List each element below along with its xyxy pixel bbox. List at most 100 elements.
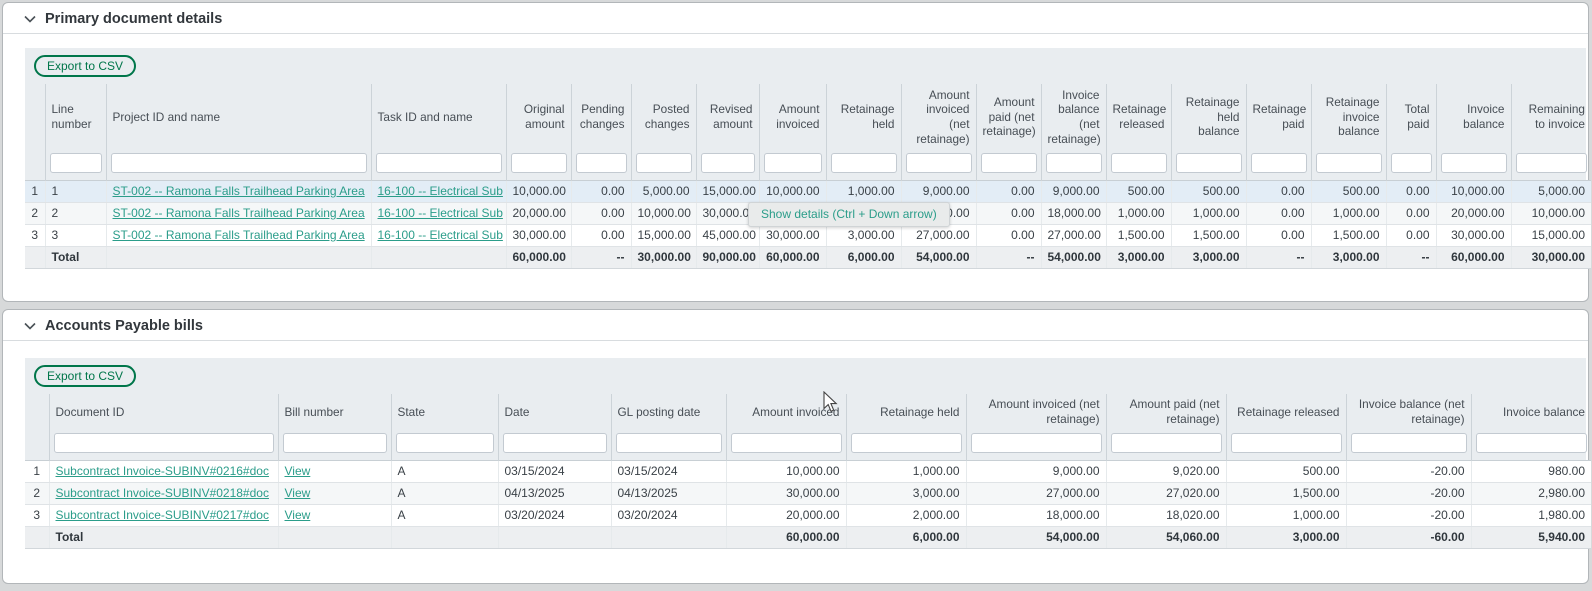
column-filter-input[interactable] bbox=[50, 153, 102, 173]
column-header[interactable]: Amount invoiced bbox=[726, 394, 846, 430]
total-cell: 54,060.00 bbox=[1106, 526, 1226, 548]
column-header[interactable]: State bbox=[391, 394, 498, 430]
task-link[interactable]: 16-100 -- Electrical Sub bbox=[378, 184, 503, 198]
filter-cell bbox=[976, 150, 1041, 180]
column-header[interactable]: Amount paid (net retainage) bbox=[976, 84, 1041, 150]
document-link[interactable]: Subcontract Invoice-SUBINV#0217#doc bbox=[56, 508, 269, 522]
column-filter-input[interactable] bbox=[1441, 153, 1507, 173]
column-header[interactable]: Bill number bbox=[278, 394, 391, 430]
table-row: 33ST-002 -- Ramona Falls Trailhead Parki… bbox=[25, 224, 1591, 246]
project-link[interactable]: ST-002 -- Ramona Falls Trailhead Parking… bbox=[113, 228, 365, 242]
cell: 980.00 bbox=[1471, 460, 1591, 482]
column-filter-input[interactable] bbox=[1046, 153, 1102, 173]
column-header[interactable]: Posted changes bbox=[631, 84, 696, 150]
column-header[interactable]: Amount invoiced bbox=[759, 84, 826, 150]
column-filter-input[interactable] bbox=[376, 153, 502, 173]
project-link[interactable]: ST-002 -- Ramona Falls Trailhead Parking… bbox=[113, 184, 365, 198]
cell: 16-100 -- Electrical Sub bbox=[371, 202, 506, 224]
column-header[interactable]: Retainage invoice balance bbox=[1311, 84, 1386, 150]
column-filter-input[interactable] bbox=[576, 153, 627, 173]
cell: 18,020.00 bbox=[1106, 504, 1226, 526]
column-header[interactable]: Invoice balance (net retainage) bbox=[1041, 84, 1106, 150]
column-header[interactable]: GL posting date bbox=[611, 394, 726, 430]
column-filter-input[interactable] bbox=[764, 153, 822, 173]
cell: -20.00 bbox=[1346, 504, 1471, 526]
column-filter-input[interactable] bbox=[1316, 153, 1382, 173]
column-header[interactable]: Line number bbox=[45, 84, 106, 150]
column-header[interactable]: Document ID bbox=[49, 394, 278, 430]
cell: 30,000.00 bbox=[506, 224, 571, 246]
column-filter-input[interactable] bbox=[831, 153, 897, 173]
column-header[interactable]: Retainage released bbox=[1226, 394, 1346, 430]
task-link[interactable]: 16-100 -- Electrical Sub bbox=[378, 206, 503, 220]
column-filter-input[interactable] bbox=[731, 433, 842, 453]
column-header[interactable]: Invoice balance bbox=[1471, 394, 1591, 430]
column-header[interactable] bbox=[25, 84, 45, 150]
cell: 1,500.00 bbox=[1171, 224, 1246, 246]
filter-cell bbox=[49, 430, 278, 460]
column-filter-input[interactable] bbox=[981, 153, 1037, 173]
column-filter-input[interactable] bbox=[701, 153, 755, 173]
column-filter-input[interactable] bbox=[503, 433, 607, 453]
document-link[interactable]: Subcontract Invoice-SUBINV#0216#doc bbox=[56, 464, 269, 478]
column-filter-input[interactable] bbox=[511, 153, 567, 173]
column-header[interactable]: Project ID and name bbox=[106, 84, 371, 150]
column-header[interactable]: Retainage paid bbox=[1246, 84, 1311, 150]
column-header[interactable]: Task ID and name bbox=[371, 84, 506, 150]
document-link[interactable]: Subcontract Invoice-SUBINV#0218#doc bbox=[56, 486, 269, 500]
column-header[interactable]: Original amount bbox=[506, 84, 571, 150]
export-to-csv-button[interactable]: Export to CSV bbox=[34, 365, 136, 387]
column-header[interactable]: Revised amount bbox=[696, 84, 759, 150]
total-cell: -- bbox=[571, 246, 631, 268]
section-toggle-primary[interactable]: Primary document details bbox=[3, 3, 1588, 34]
column-filter-input[interactable] bbox=[283, 433, 387, 453]
view-link[interactable]: View bbox=[285, 464, 311, 478]
column-filter-input[interactable] bbox=[1476, 433, 1588, 453]
view-link[interactable]: View bbox=[285, 486, 311, 500]
column-header[interactable]: Amount invoiced (net retainage) bbox=[901, 84, 976, 150]
cell: 04/13/2025 bbox=[611, 482, 726, 504]
column-filter-input[interactable] bbox=[1231, 433, 1342, 453]
column-filter-input[interactable] bbox=[616, 433, 722, 453]
cell: 0.00 bbox=[976, 202, 1041, 224]
column-header[interactable] bbox=[25, 394, 49, 430]
cell: A bbox=[391, 482, 498, 504]
column-filter-input[interactable] bbox=[54, 433, 274, 453]
column-header[interactable]: Invoice balance (net retainage) bbox=[1346, 394, 1471, 430]
column-filter-input[interactable] bbox=[1176, 153, 1242, 173]
column-filter-input[interactable] bbox=[1111, 433, 1222, 453]
column-header[interactable]: Retainage held balance bbox=[1171, 84, 1246, 150]
export-to-csv-button[interactable]: Export to CSV bbox=[34, 55, 136, 77]
column-filter-input[interactable] bbox=[1111, 153, 1167, 173]
column-filter-input[interactable] bbox=[906, 153, 972, 173]
cell: 1,000.00 bbox=[846, 460, 966, 482]
column-filter-input[interactable] bbox=[1251, 153, 1307, 173]
column-header[interactable]: Retainage released bbox=[1106, 84, 1171, 150]
cell: 0.00 bbox=[976, 224, 1041, 246]
project-link[interactable]: ST-002 -- Ramona Falls Trailhead Parking… bbox=[113, 206, 365, 220]
column-header[interactable]: Amount invoiced (net retainage) bbox=[966, 394, 1106, 430]
view-link[interactable]: View bbox=[285, 508, 311, 522]
column-filter-input[interactable] bbox=[636, 153, 692, 173]
column-header[interactable]: Total paid bbox=[1386, 84, 1436, 150]
column-filter-input[interactable] bbox=[1351, 433, 1467, 453]
column-header[interactable]: Retainage held bbox=[826, 84, 901, 150]
column-header[interactable]: Invoice balance bbox=[1436, 84, 1511, 150]
primary-details-table: Line numberProject ID and nameTask ID an… bbox=[25, 84, 1591, 269]
section-toggle-ap[interactable]: Accounts Payable bills bbox=[3, 310, 1588, 341]
task-link[interactable]: 16-100 -- Electrical Sub bbox=[378, 228, 503, 242]
filter-cell bbox=[1041, 150, 1106, 180]
column-header[interactable]: Date bbox=[498, 394, 611, 430]
column-header[interactable]: Retainage held bbox=[846, 394, 966, 430]
column-header[interactable]: Remaining to invoice bbox=[1511, 84, 1591, 150]
column-filter-input[interactable] bbox=[1516, 153, 1588, 173]
column-filter-input[interactable] bbox=[971, 433, 1102, 453]
column-filter-input[interactable] bbox=[111, 153, 367, 173]
column-header[interactable]: Pending changes bbox=[571, 84, 631, 150]
column-filter-input[interactable] bbox=[396, 433, 494, 453]
filter-cell bbox=[901, 150, 976, 180]
column-filter-input[interactable] bbox=[851, 433, 962, 453]
filter-cell bbox=[1436, 150, 1511, 180]
column-filter-input[interactable] bbox=[1391, 153, 1432, 173]
column-header[interactable]: Amount paid (net retainage) bbox=[1106, 394, 1226, 430]
